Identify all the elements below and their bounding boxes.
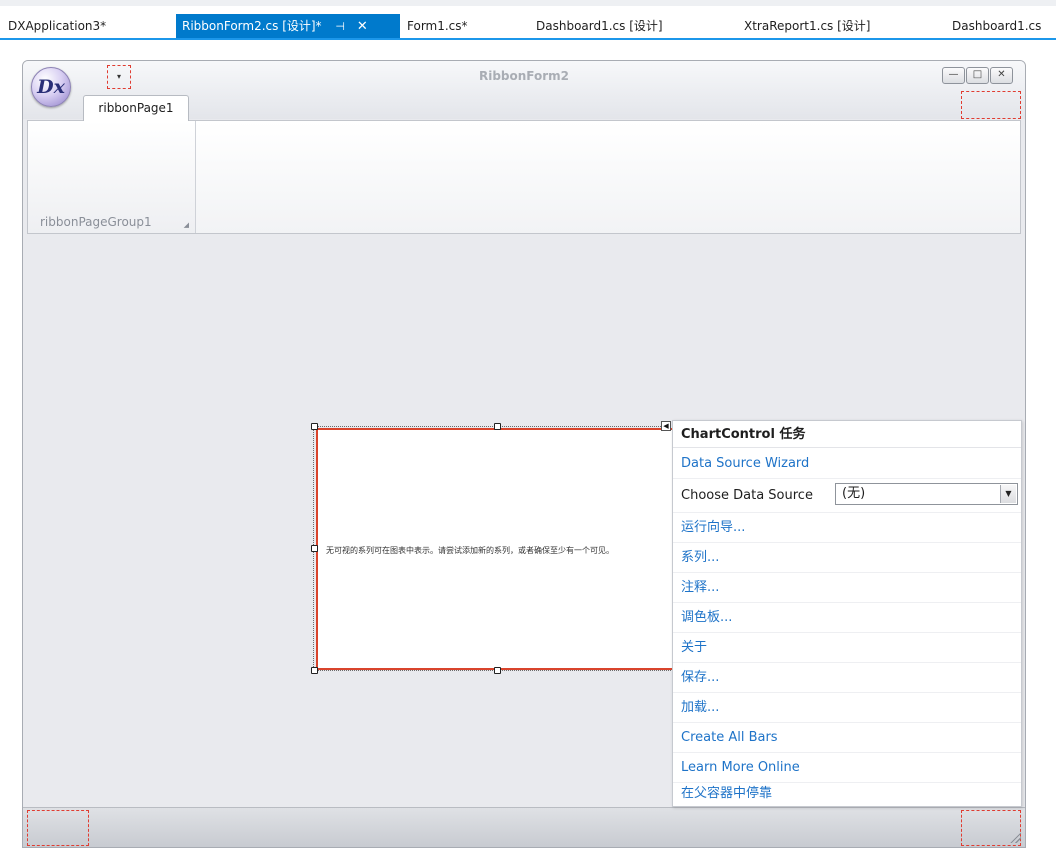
palette-link[interactable]: 调色板...	[673, 603, 1021, 633]
close-icon[interactable]: ✕	[357, 19, 368, 34]
ribbon-page-group[interactable]: ribbonPageGroup1 ◢	[28, 121, 196, 233]
tab-ribbonform2-design[interactable]: RibbonForm2.cs [设计]* ⊣ ✕	[176, 14, 400, 38]
toolbar-remnant	[0, 0, 1056, 6]
tab-dxapplication3[interactable]: DXApplication3*	[2, 14, 112, 38]
create-all-bars-link[interactable]: Create All Bars	[673, 723, 1021, 753]
data-source-dropdown[interactable]: (无) ▼	[835, 483, 1018, 505]
resize-grip-icon[interactable]	[1009, 831, 1021, 843]
resize-handle-left[interactable]	[311, 545, 318, 552]
ribbon-page-tab[interactable]: ribbonPage1	[83, 95, 189, 121]
run-wizard-link[interactable]: 运行向导...	[673, 513, 1021, 543]
form-title: RibbonForm2	[478, 69, 570, 83]
tab-label: XtraReport1.cs [设计]	[744, 19, 871, 33]
tab-dashboard1[interactable]: Dashboard1.cs	[946, 14, 1047, 38]
ribbon-status-bar[interactable]	[23, 807, 1025, 847]
status-bar-placeholder-left[interactable]	[27, 810, 89, 846]
load-link[interactable]: 加载...	[673, 693, 1021, 723]
tab-label: Dashboard1.cs [设计]	[536, 19, 663, 33]
window-control-buttons: — □ ✕	[941, 67, 1013, 84]
maximize-button[interactable]: □	[966, 67, 989, 84]
quick-access-toolbar-dropdown-icon[interactable]: ▾	[107, 65, 131, 89]
save-link[interactable]: 保存...	[673, 663, 1021, 693]
smart-tag-collapse-icon[interactable]: ◀	[661, 421, 671, 431]
ribbon-page-content[interactable]: ribbonPageGroup1 ◢	[27, 120, 1021, 234]
resize-handle-top-left[interactable]	[311, 423, 318, 430]
tab-label: RibbonForm2.cs [设计]*	[182, 19, 322, 33]
data-source-value: (无)	[842, 486, 866, 501]
tab-label: Dashboard1.cs	[952, 19, 1042, 33]
tab-label: Form1.cs*	[407, 19, 468, 33]
chevron-down-icon[interactable]: ▼	[1000, 485, 1016, 503]
application-button-icon[interactable]: Dx	[31, 67, 71, 107]
designer-placeholder-top-right[interactable]	[961, 91, 1021, 119]
resize-handle-bottom[interactable]	[494, 667, 501, 674]
choose-data-source-label: Choose Data Source	[681, 488, 813, 503]
pin-icon[interactable]: ⊣	[335, 20, 345, 33]
dock-in-parent-link[interactable]: 在父容器中停靠	[673, 779, 1021, 809]
chartcontrol-task-panel: ChartControl 任务 Data Source Wizard Choos…	[672, 420, 1022, 807]
series-link[interactable]: 系列...	[673, 543, 1021, 573]
close-button[interactable]: ✕	[990, 67, 1013, 84]
tab-dashboard1-design[interactable]: Dashboard1.cs [设计]	[530, 14, 669, 38]
annotations-link[interactable]: 注释...	[673, 573, 1021, 603]
group-expander-icon[interactable]: ◢	[184, 221, 189, 229]
chart-empty-message: 无可视的系列可在图表中表示。请尝试添加新的系列，或者确保至少有一个可见。	[326, 546, 614, 555]
tab-form1[interactable]: Form1.cs*	[401, 14, 474, 38]
data-source-wizard-link[interactable]: Data Source Wizard	[673, 449, 1021, 479]
chart-control[interactable]: 无可视的系列可在图表中表示。请尝试添加新的系列，或者确保至少有一个可见。	[316, 428, 676, 670]
about-link[interactable]: 关于	[673, 633, 1021, 663]
tab-label: DXApplication3*	[8, 19, 107, 33]
document-tab-strip: DXApplication3* RibbonForm2.cs [设计]* ⊣ ✕…	[0, 14, 1056, 40]
designer-surface[interactable]: RibbonForm2 Dx ▾ — □ ✕ ribbonPage1 ribbonP…	[0, 42, 1056, 863]
task-panel-title: ChartControl 任务	[673, 421, 1021, 448]
choose-data-source-row: Choose Data Source (无) ▼	[673, 479, 1021, 513]
resize-handle-top[interactable]	[494, 423, 501, 430]
tab-xtrareport1-design[interactable]: XtraReport1.cs [设计]	[738, 14, 876, 38]
resize-handle-bottom-left[interactable]	[311, 667, 318, 674]
ribbon-group-label: ribbonPageGroup1	[40, 215, 152, 229]
minimize-button[interactable]: —	[942, 67, 965, 84]
